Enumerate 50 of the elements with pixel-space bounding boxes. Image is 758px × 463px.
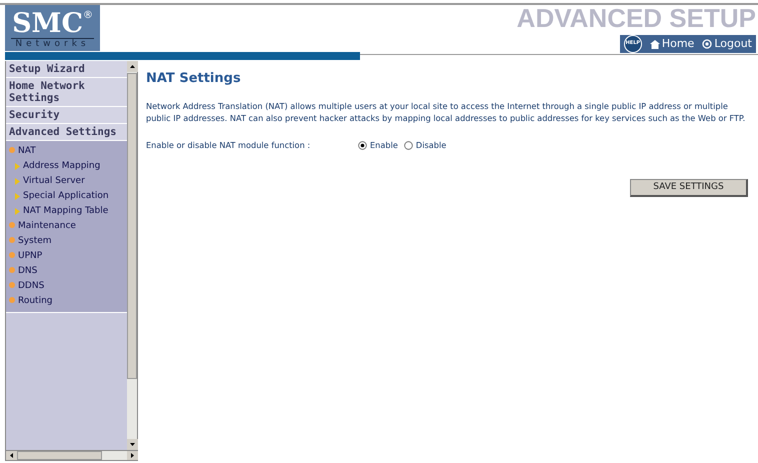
scrollbar-thumb[interactable] xyxy=(17,451,102,460)
scroll-up-icon[interactable] xyxy=(127,61,138,72)
scrollbar-thumb[interactable] xyxy=(127,73,137,379)
triangle-icon xyxy=(15,193,20,200)
submenu-item[interactable]: NAT Mapping Table xyxy=(6,204,127,219)
menu-item[interactable]: NAT xyxy=(6,144,127,159)
radio-label: Enable xyxy=(370,139,398,152)
house-icon xyxy=(650,39,660,49)
triangle-icon xyxy=(15,163,20,170)
sidebar-section[interactable]: Setup Wizard xyxy=(6,61,127,78)
home-link[interactable]: Home xyxy=(650,36,694,52)
radio-label: Disable xyxy=(416,139,446,152)
logo-text: SMC xyxy=(12,10,83,38)
registered-mark: ® xyxy=(82,10,93,22)
bullet-icon xyxy=(9,282,15,288)
submenu-item[interactable]: Address Mapping xyxy=(6,159,127,174)
description: Network Address Translation (NAT) allows multiple users at your local site to access the Internet through a single public IP address or multiple public IP addresses. NAT can also prevent hacker attacks by mapping local addresses to public addresses for key services such as the Web or FTP. xyxy=(146,100,746,124)
logo-subtitle: Networks xyxy=(11,38,94,49)
triangle-icon xyxy=(15,178,20,185)
nat-label: Enable or disable NAT module function : xyxy=(146,139,312,152)
bullet-icon xyxy=(9,236,15,242)
menu-item[interactable]: Routing xyxy=(6,294,127,309)
banner-title: ADVANCED SETUP xyxy=(516,5,756,31)
horizontal-scrollbar[interactable] xyxy=(6,450,138,461)
bullet-icon xyxy=(9,222,15,228)
bullet-icon xyxy=(9,296,15,302)
bullet-icon xyxy=(9,266,15,272)
menu-item[interactable]: DNS xyxy=(6,264,127,279)
scroll-right-icon[interactable] xyxy=(127,451,138,460)
submenu-item[interactable]: Virtual Server xyxy=(6,174,127,189)
sidebar-section[interactable]: Security xyxy=(6,107,127,124)
save-settings-button[interactable]: SAVE SETTINGS xyxy=(630,179,748,198)
triangle-icon xyxy=(15,208,20,215)
menu-item[interactable]: Maintenance xyxy=(6,219,127,234)
sidebar-section[interactable]: Home Network Settings xyxy=(6,78,127,107)
sidebar-section[interactable]: Advanced Settings xyxy=(6,124,127,141)
vertical-scrollbar[interactable] xyxy=(127,61,138,450)
radio-button[interactable] xyxy=(404,140,413,150)
menu-item[interactable]: System xyxy=(6,234,127,249)
menu-item[interactable]: UPNP xyxy=(6,249,127,264)
bullet-icon xyxy=(9,252,15,258)
power-icon xyxy=(702,39,712,49)
menu-item[interactable]: DDNS xyxy=(6,279,127,294)
logout-link[interactable]: Logout xyxy=(702,36,752,52)
scroll-down-icon[interactable] xyxy=(127,439,138,450)
radio-button[interactable] xyxy=(358,140,367,150)
scroll-left-icon[interactable] xyxy=(6,451,17,460)
page-title: NAT Settings xyxy=(146,71,242,87)
bullet-icon xyxy=(9,146,15,152)
submenu-item[interactable]: Special Application xyxy=(6,189,127,204)
